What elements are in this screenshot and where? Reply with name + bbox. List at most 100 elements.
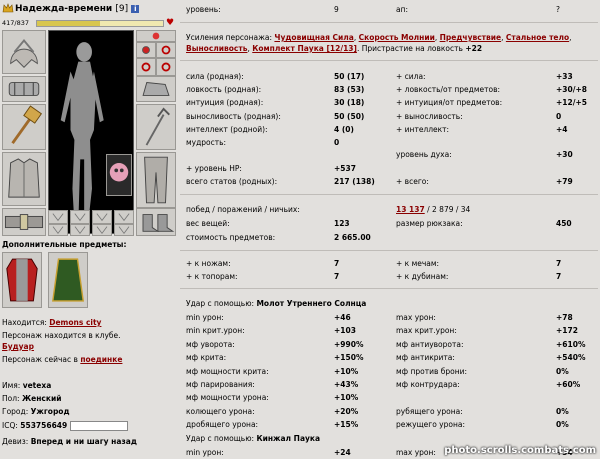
stat-value: +33 xyxy=(556,72,573,81)
offhand-slot[interactable] xyxy=(136,104,176,150)
rune-slot-8[interactable] xyxy=(114,224,134,236)
stat-label: мф мощности крита: xyxy=(186,366,269,376)
stat-value: 7 xyxy=(556,272,562,281)
boots-slot[interactable] xyxy=(136,208,176,236)
stat-label: max урон: xyxy=(396,448,436,457)
gender-row: Пол: Женский xyxy=(2,394,61,403)
rune-slot-4[interactable] xyxy=(114,210,134,224)
boots-icon xyxy=(142,214,175,232)
stat-label: дробящего урона: xyxy=(186,420,259,430)
rune-slot-7[interactable] xyxy=(92,224,112,236)
armor-slot[interactable] xyxy=(2,152,46,206)
stat-label: + к дубинам: xyxy=(396,272,449,281)
boost-link[interactable]: Стальное тело xyxy=(506,33,569,42)
pet-slot[interactable] xyxy=(106,154,132,196)
gloves-slot[interactable] xyxy=(136,76,176,102)
stats-panel xyxy=(180,0,600,459)
ring-slot-2[interactable] xyxy=(136,58,156,76)
boost-link[interactable]: Чудовищная Сила xyxy=(274,33,353,42)
stat-value: +4 xyxy=(556,124,568,134)
divider xyxy=(180,60,598,61)
boosts-block: Усиления персонажа: Чудовищная Сила, Ско… xyxy=(186,33,572,53)
bracer-icon xyxy=(8,82,40,96)
icq-value: 553756649 xyxy=(20,421,68,430)
boost-link[interactable]: Выносливость xyxy=(186,44,247,53)
ap-label: ап: xyxy=(396,5,409,14)
stat-label: режущего урона: xyxy=(396,420,465,430)
earring-slot[interactable] xyxy=(136,30,176,42)
character-header: Надежда-времени [9] i xyxy=(2,2,176,17)
backpack-value: 450 xyxy=(556,219,572,228)
stat-label: + интеллект: xyxy=(396,124,450,134)
stat-value: 30 (18) xyxy=(334,98,365,108)
stat-value: +60% xyxy=(556,380,581,389)
duel-text: Персонаж сейчас в xyxy=(2,355,78,364)
name-row: Имя: vetexa xyxy=(2,381,51,390)
rune-slot-6[interactable] xyxy=(70,224,90,236)
stat-value: +990% xyxy=(334,339,364,349)
weapon-slot[interactable] xyxy=(2,104,46,150)
hp-fill xyxy=(37,21,100,26)
ring-icon xyxy=(161,62,171,72)
tunic-icon xyxy=(6,258,38,302)
rune-icon xyxy=(52,226,64,235)
stat-value: 0% xyxy=(556,406,569,416)
info-icon[interactable]: i xyxy=(131,4,140,13)
stat-value: +20% xyxy=(334,406,359,416)
gender-label: Пол: xyxy=(2,394,20,403)
extra-item-1[interactable] xyxy=(2,252,42,308)
wins-link[interactable]: 13 137 xyxy=(396,205,425,214)
stat-label: сила (родная): xyxy=(186,72,244,81)
stat-label: min урон: xyxy=(186,313,224,322)
city-label: Город: xyxy=(2,407,29,416)
boost-link[interactable]: Комплект Паука [12/13] xyxy=(252,44,357,53)
stat-value: +30/+8 xyxy=(556,85,587,95)
ring-slot-3[interactable] xyxy=(156,58,176,76)
location-link[interactable]: Demons city xyxy=(49,318,101,327)
stat-value: 50 (17) xyxy=(334,72,365,81)
spirit-label: уровень духа: xyxy=(396,150,452,159)
amulet-slot[interactable] xyxy=(136,42,156,58)
helmet-slot[interactable] xyxy=(2,30,46,74)
pet-icon xyxy=(109,163,129,182)
character-level: [9] xyxy=(115,4,129,14)
totals-label: всего статов (родных): xyxy=(186,177,278,186)
ring-slot-1[interactable] xyxy=(156,42,176,58)
stat-label: + интуиция/от предметов: xyxy=(396,98,503,108)
name-value: vetexa xyxy=(22,381,52,390)
hp-text: 417/837 xyxy=(2,19,30,27)
rune-slot-1[interactable] xyxy=(48,210,68,224)
stat-value: 50 (50) xyxy=(334,111,365,121)
bracer-slot[interactable] xyxy=(2,76,46,102)
duel-link[interactable]: поединке xyxy=(80,355,122,364)
stat-label: + ловкость/от предметов: xyxy=(396,85,501,95)
boost-link[interactable]: Скорость Молнии xyxy=(359,33,435,42)
watermark: photo.scrolls.combats.com xyxy=(444,445,596,456)
motto-value: Вперед и ни шагу назад xyxy=(30,437,137,446)
stat-value: +78 xyxy=(556,313,573,322)
rune-slot-3[interactable] xyxy=(92,210,112,224)
character-nick: Надежда-времени xyxy=(15,4,113,14)
belt-icon xyxy=(4,214,44,230)
weapon1-title-label: Удар с помощью: xyxy=(186,299,255,308)
stat-value: 0% xyxy=(556,366,569,376)
leggings-slot[interactable] xyxy=(136,152,176,208)
icq-row: ICQ: 553756649 xyxy=(2,421,128,431)
boudoir-link[interactable]: Будуар xyxy=(2,342,34,351)
stat-value: +172 xyxy=(556,326,578,336)
belt-slot[interactable] xyxy=(2,208,46,236)
stat-label: рубящего урона: xyxy=(396,406,463,416)
boost-link[interactable]: Предчувствие xyxy=(440,33,501,42)
character-panel: Надежда-времени [9] i 417/837 ♥ Дополнит… xyxy=(0,0,178,459)
rune-slot-5[interactable] xyxy=(48,224,68,236)
motto-label: Девиз: xyxy=(2,437,29,446)
city-row: Город: Ужгород xyxy=(2,407,70,416)
stat-label: + выносливость: xyxy=(396,111,463,121)
cost-value: 2 665.00 xyxy=(334,233,371,242)
extra-item-2[interactable] xyxy=(48,252,88,308)
stat-label: max крит.урон: xyxy=(396,326,457,336)
rune-slot-2[interactable] xyxy=(70,210,90,224)
weapon2-title: Удар с помощью: Кинжал Паука xyxy=(186,434,320,443)
club-text: Персонаж находится в клубе. xyxy=(2,331,121,340)
helmet-icon xyxy=(10,39,38,68)
